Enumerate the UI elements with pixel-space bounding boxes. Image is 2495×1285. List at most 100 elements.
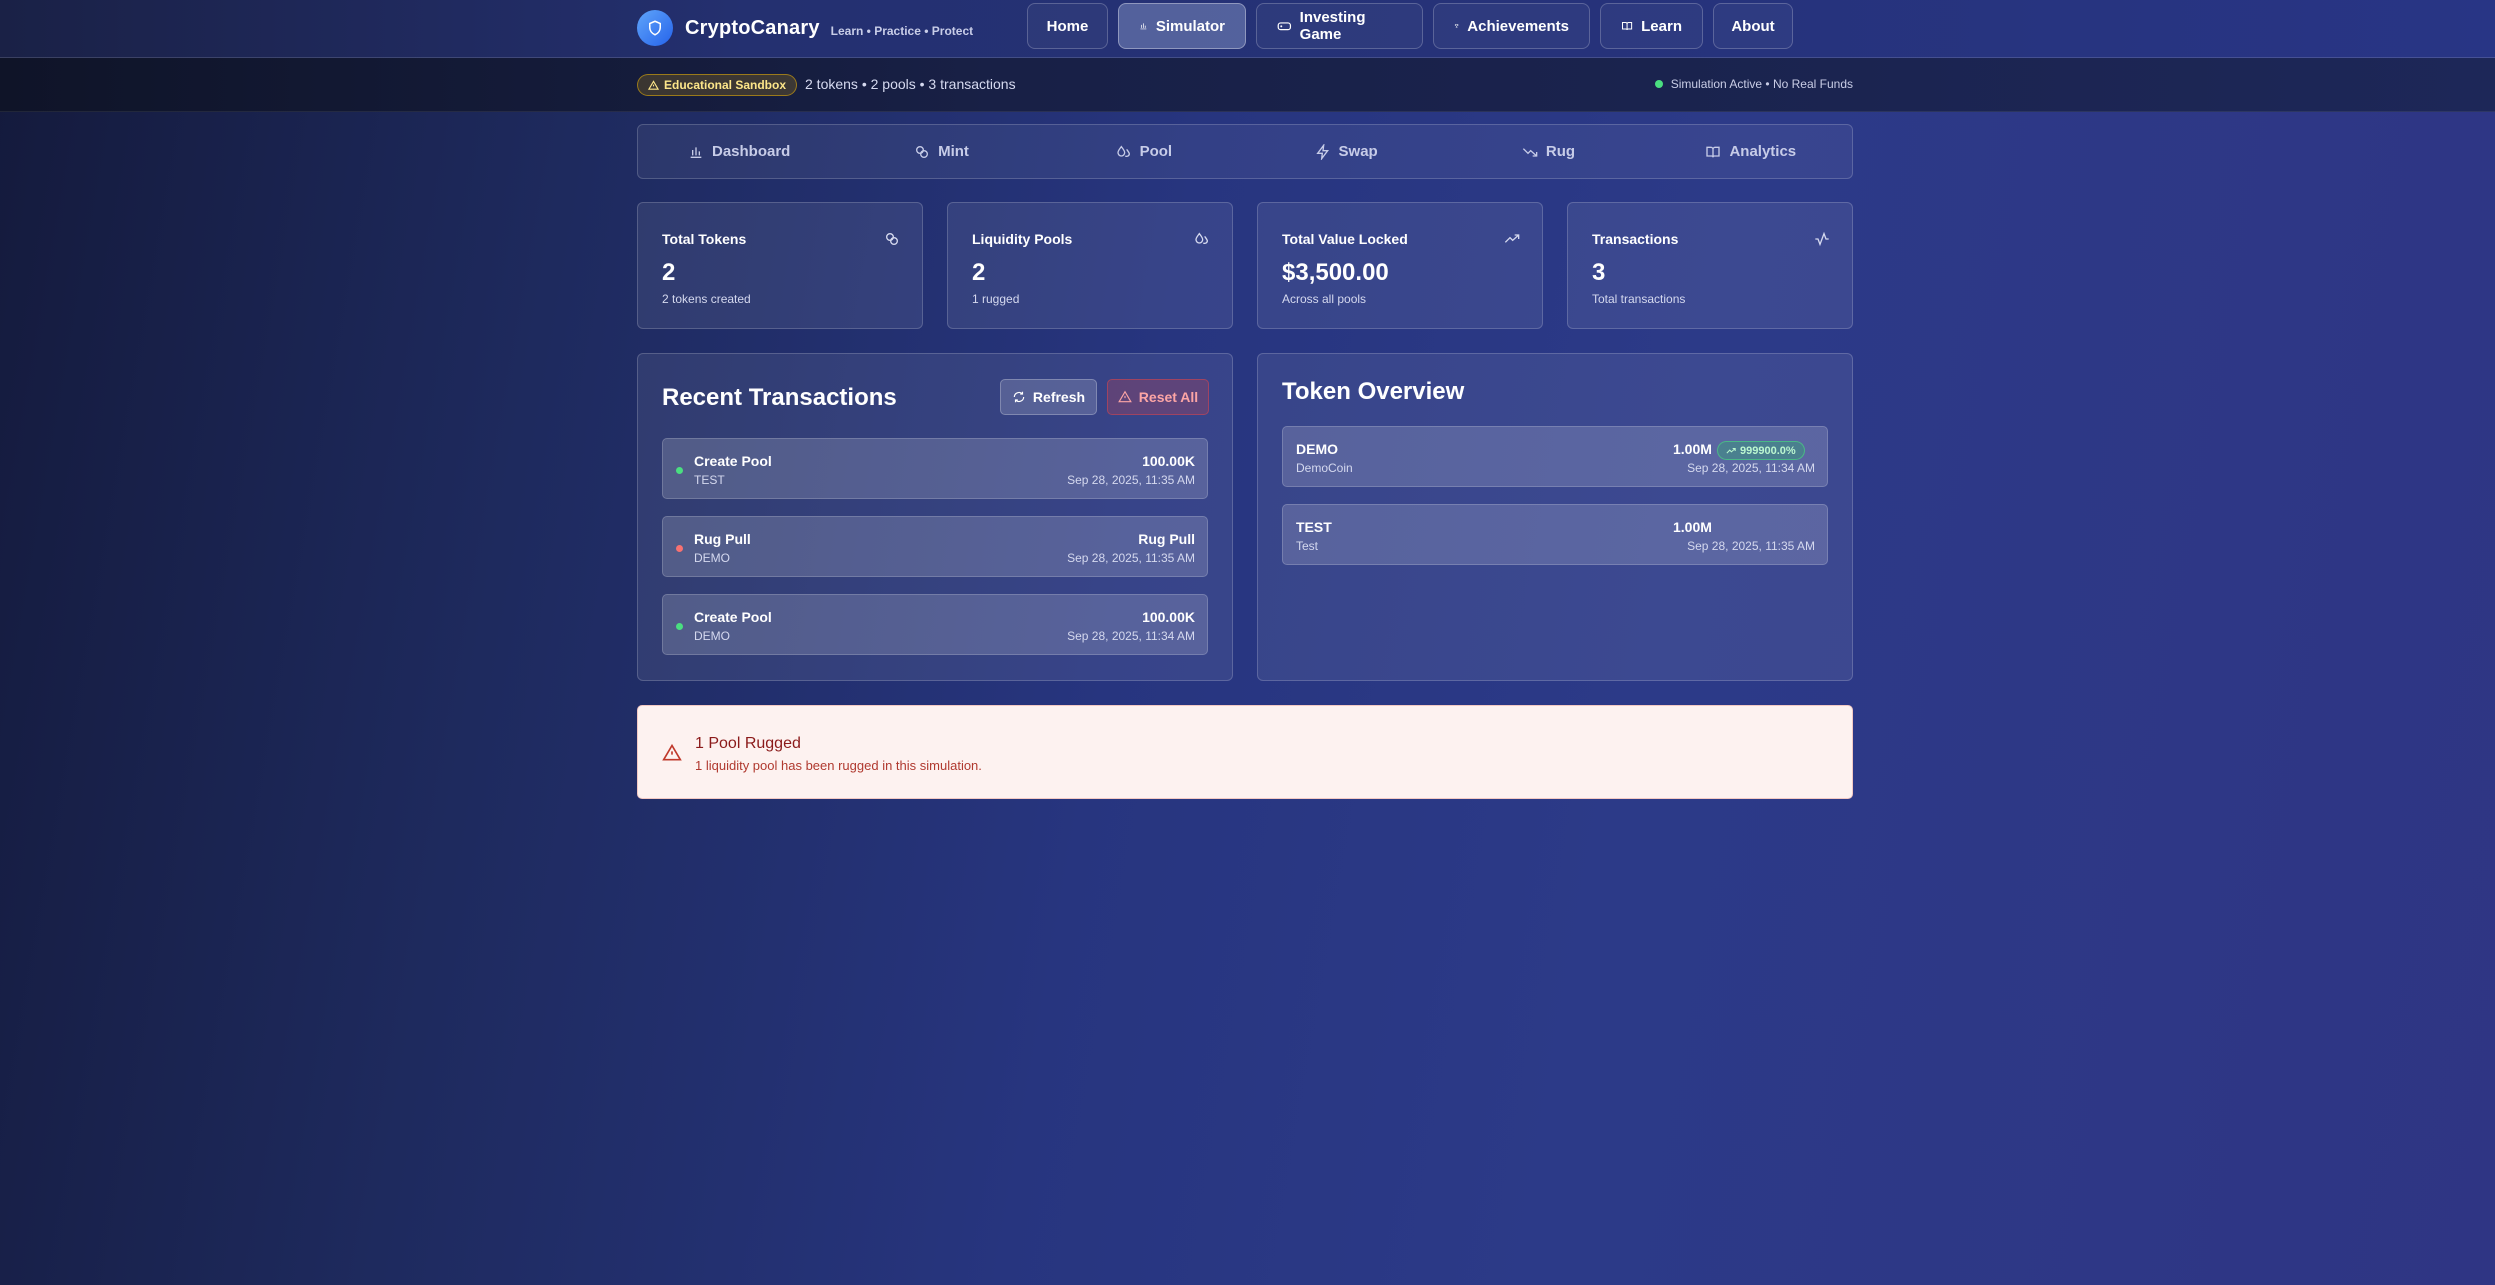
transaction-date: Sep 28, 2025, 11:34 AM [1067,629,1195,643]
simulator-tabs: Dashboard Mint Pool Swap Rug Analytics [637,124,1853,179]
stat-label: Liquidity Pools [972,231,1073,247]
tab-dashboard-label: Dashboard [711,143,791,160]
status-dot [676,467,683,474]
trending-down-icon [1522,147,1538,157]
transaction-token: DEMO [694,551,730,565]
top-navigation-bar: CryptoCanary Learn • Practice • Protect … [0,0,2495,58]
token-name: DemoCoin [1296,461,1353,475]
token-overview-panel: Token Overview DEMO DemoCoin 1.00M 99990… [1257,353,1853,681]
stat-subtext: 1 rugged [972,292,1020,306]
tab-analytics-label: Analytics [1729,143,1797,160]
transaction-amount: Rug Pull [1138,531,1195,547]
book-icon [1622,21,1633,31]
sandbox-summary: 2 tokens • 2 pools • 3 transactions [805,76,1016,92]
tab-pool-label: Pool [1139,143,1173,160]
stat-label: Total Value Locked [1282,231,1408,247]
transaction-date: Sep 28, 2025, 11:35 AM [1067,473,1195,487]
tab-swap[interactable]: Swap [1245,125,1447,178]
transaction-type: Create Pool [694,609,772,625]
token-supply: 1.00M [1673,519,1712,535]
stat-label: Total Tokens [662,231,747,247]
transaction-type: Rug Pull [694,531,751,547]
panel-title: Recent Transactions [662,384,897,411]
nav-about-label: About [1731,17,1775,35]
stat-subtext: Total transactions [1592,292,1686,306]
warning-icon [648,79,659,90]
simulation-status: Simulation Active • No Real Funds [1654,77,1853,91]
tab-rug[interactable]: Rug [1447,125,1649,178]
token-row[interactable]: DEMO DemoCoin 1.00M 999900.0% Sep 28, 20… [1282,426,1828,487]
token-date: Sep 28, 2025, 11:34 AM [1687,461,1815,475]
main-nav: Home Simulator Investing Game Achievemen… [1027,3,1793,49]
trending-up-icon [1726,447,1736,453]
gamepad-icon [1277,22,1292,31]
transaction-amount: 100.00K [1142,453,1195,469]
zap-icon [1315,143,1329,160]
brand-tagline: Learn • Practice • Protect [830,24,974,38]
warning-icon [1117,390,1132,403]
tab-swap-label: Swap [1338,143,1378,160]
tab-mint[interactable]: Mint [840,125,1042,178]
transaction-row[interactable]: Create Pool TEST 100.00K Sep 28, 2025, 1… [662,438,1208,499]
trending-up-icon [1504,234,1520,243]
sandbox-badge-label: Educational Sandbox [664,78,787,92]
status-dot [1654,80,1663,88]
nav-simulator-label: Simulator [1155,17,1225,35]
stat-value: 2 [662,259,676,286]
transaction-type: Create Pool [694,453,772,469]
transaction-amount: 100.00K [1142,609,1195,625]
tab-analytics[interactable]: Analytics [1650,125,1852,178]
stat-card-liquidity-pools: Liquidity Pools 2 1 rugged [947,202,1233,329]
nav-about[interactable]: About [1713,3,1793,49]
reset-all-button[interactable]: Reset All [1107,379,1209,415]
reset-all-button-label: Reset All [1138,389,1199,405]
tab-mint-label: Mint [938,143,969,160]
nav-home[interactable]: Home [1027,3,1108,49]
transaction-row[interactable]: Create Pool DEMO 100.00K Sep 28, 2025, 1… [662,594,1208,655]
alert-message: 1 liquidity pool has been rugged in this… [695,758,982,773]
recent-transactions-panel: Recent Transactions Refresh Reset All Cr… [637,353,1233,681]
token-symbol: TEST [1296,519,1332,535]
bar-chart-icon [690,146,702,158]
refresh-button[interactable]: Refresh [1000,379,1097,415]
alert-title: 1 Pool Rugged [695,735,801,752]
nav-achievements-label: Achievements [1467,17,1569,35]
droplets-icon [1195,232,1209,245]
transaction-row[interactable]: Rug Pull DEMO Rug Pull Sep 28, 2025, 11:… [662,516,1208,577]
status-dot [676,623,683,630]
simulation-status-label: Simulation Active • No Real Funds [1670,77,1853,91]
transaction-token: DEMO [694,629,730,643]
tab-rug-label: Rug [1545,143,1576,160]
stat-value: 3 [1592,259,1606,286]
nav-investing-game[interactable]: Investing Game [1256,3,1423,49]
coins-icon [886,233,898,245]
price-change-value: 999900.0% [1740,444,1796,457]
refresh-button-label: Refresh [1032,389,1086,405]
stat-card-transactions: Transactions 3 Total transactions [1567,202,1853,329]
brand-name: CryptoCanary [685,16,820,39]
warning-icon [662,743,682,761]
tab-dashboard[interactable]: Dashboard [638,125,840,178]
droplets-icon [1116,145,1130,157]
status-bar: Educational Sandbox 2 tokens • 2 pools •… [0,58,2495,112]
token-row[interactable]: TEST Test 1.00M Sep 28, 2025, 11:35 AM [1282,504,1828,565]
stat-card-total-tokens: Total Tokens 2 2 tokens created [637,202,923,329]
token-date: Sep 28, 2025, 11:35 AM [1687,539,1815,553]
stat-value: 2 [972,259,986,286]
brand[interactable]: CryptoCanary Learn • Practice • Protect [637,8,973,48]
panel-title: Token Overview [1282,378,1465,405]
bar-chart-icon [1140,23,1147,30]
transaction-token: TEST [694,473,725,487]
stat-card-total-value-locked: Total Value Locked $3,500.00 Across all … [1257,202,1543,329]
transaction-date: Sep 28, 2025, 11:35 AM [1067,551,1195,565]
nav-achievements[interactable]: Achievements [1433,3,1590,49]
stat-label: Transactions [1592,231,1679,247]
nav-simulator[interactable]: Simulator [1118,3,1246,49]
stat-value: $3,500.00 [1282,259,1389,286]
price-change-badge: 999900.0% [1717,441,1805,460]
nav-learn[interactable]: Learn [1600,3,1703,49]
tab-pool[interactable]: Pool [1043,125,1245,178]
token-supply: 1.00M [1673,441,1712,457]
shield-icon [637,10,673,46]
refresh-icon [1013,391,1025,403]
